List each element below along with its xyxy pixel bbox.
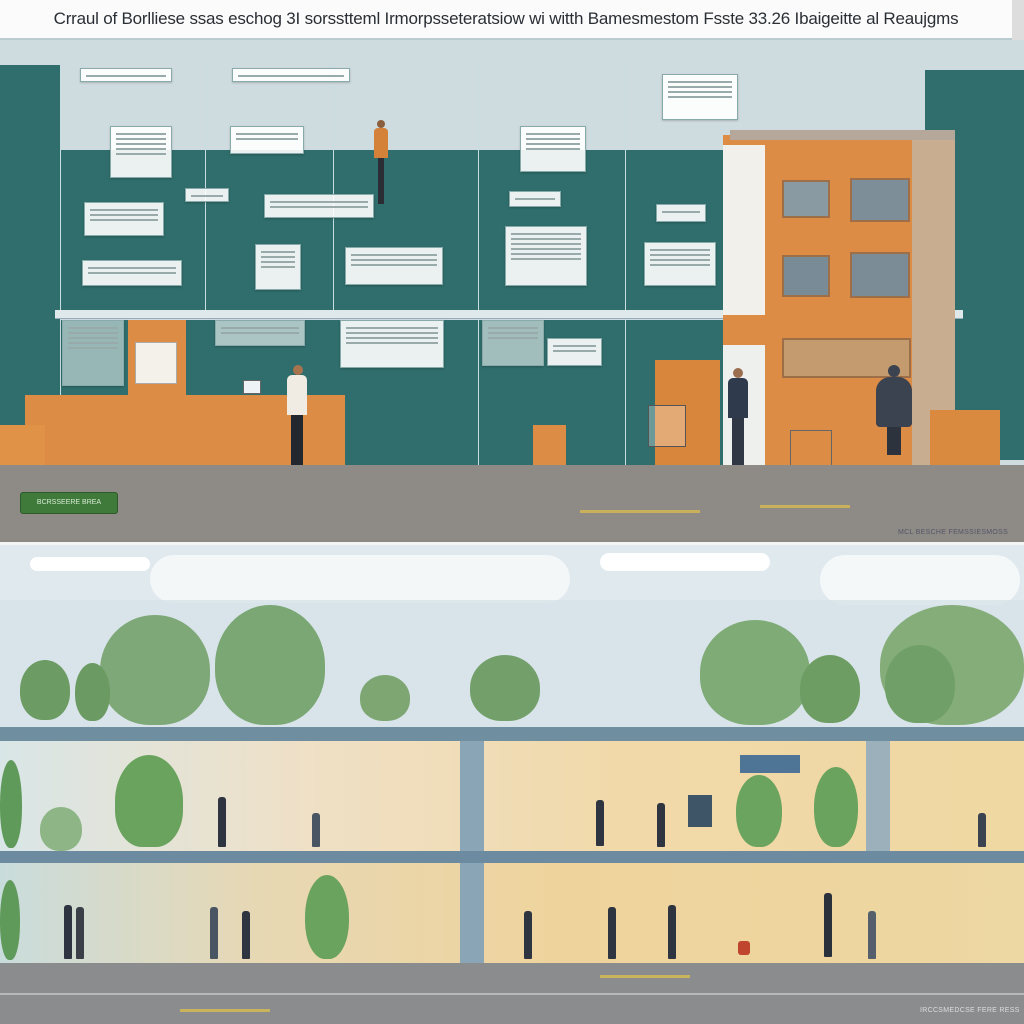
info-panel: [185, 188, 229, 202]
street-floor: [0, 465, 1024, 545]
info-panel: [520, 126, 586, 172]
support-column: [460, 741, 484, 851]
tree: [20, 660, 70, 720]
orange-crate: [930, 410, 1000, 465]
corner-caption: MCL BESCHE FEMSSIESMOSS: [898, 529, 1009, 536]
person-figure: [608, 907, 616, 959]
tree: [800, 655, 860, 723]
cloud: [600, 553, 770, 571]
person-walking: [876, 365, 912, 455]
info-panel: [80, 68, 172, 82]
info-panel: [82, 260, 182, 286]
info-panel: [84, 202, 164, 236]
display-board: [688, 795, 712, 827]
person-standing: [374, 120, 388, 204]
person-figure: [242, 911, 250, 959]
building-window: [850, 178, 910, 222]
person-figure: [210, 907, 218, 959]
person-figure: [668, 905, 676, 959]
person-figure: [657, 803, 665, 847]
info-panel: [255, 244, 301, 290]
wall-notice: [135, 342, 177, 384]
info-panel: [62, 320, 124, 386]
grid-line: [205, 60, 206, 310]
support-column: [866, 741, 890, 851]
road-marking: [760, 505, 850, 508]
tree: [305, 875, 349, 959]
cloud: [30, 557, 150, 571]
tree: [40, 807, 82, 851]
person-figure: [64, 905, 72, 959]
road-line: [0, 993, 1024, 995]
tree: [360, 675, 410, 721]
person-figure: [868, 911, 876, 959]
road-marking: [180, 1009, 270, 1012]
road-marking: [580, 510, 700, 513]
road-marking: [600, 975, 690, 978]
info-panel: [340, 320, 444, 368]
tree: [700, 620, 810, 725]
tree: [736, 775, 782, 847]
person-figure: [312, 813, 320, 847]
cloud: [820, 555, 1020, 605]
tree: [75, 663, 110, 721]
tree: [100, 615, 210, 725]
info-panel: [232, 68, 350, 82]
info-panel: [482, 320, 544, 366]
info-panel: [215, 320, 305, 346]
middle-road: [0, 851, 1024, 863]
office-interior-illustration: BCRSSEERE BREA MCL BESCHE FEMSSIESMOSS: [0, 40, 1024, 545]
grid-line: [625, 60, 626, 465]
tree: [885, 645, 955, 723]
tree: [115, 755, 183, 847]
person-at-desk: [287, 365, 307, 465]
lectern: [648, 405, 686, 447]
wall-sign: [740, 755, 800, 773]
person-businessman: [728, 368, 748, 468]
street-sign-badge: BCRSSEERE BREA: [20, 492, 118, 514]
building-roof: [730, 130, 955, 140]
person-figure: [596, 800, 604, 846]
cloud: [150, 555, 570, 603]
tree: [0, 760, 22, 848]
building-window: [782, 255, 830, 297]
info-panel: [505, 226, 587, 286]
person-figure: [218, 797, 226, 847]
info-panel: [230, 126, 304, 154]
city-street-illustration: IRCCSMEDCSE FERE RESS: [0, 545, 1024, 1024]
orange-block: [0, 425, 45, 465]
orange-pedestal: [533, 425, 566, 465]
info-panel: [662, 74, 738, 120]
info-panel: [547, 338, 602, 366]
info-panel: [509, 191, 561, 207]
building-pillar: [723, 145, 765, 315]
person-figure: [978, 813, 986, 847]
laptop: [243, 380, 261, 394]
person-figure: [76, 907, 84, 959]
info-panel: [110, 126, 172, 178]
building-window: [782, 180, 830, 218]
support-column: [460, 863, 484, 963]
grid-line: [478, 60, 479, 465]
upper-road: [0, 727, 1024, 741]
info-panel: [656, 204, 706, 222]
tree: [215, 605, 325, 725]
tree: [470, 655, 540, 721]
header-edge: [1012, 0, 1024, 40]
tree: [0, 880, 20, 960]
corner-caption: IRCCSMEDCSE FERE RESS: [920, 1007, 1020, 1014]
building-window: [850, 252, 910, 298]
person-figure: [824, 893, 832, 957]
info-panel: [264, 194, 374, 218]
grid-line: [333, 60, 334, 310]
header-banner: Crraul of Borlliese ssas eschog 3I sorss…: [0, 0, 1012, 40]
red-object: [738, 941, 750, 955]
page-title: Crraul of Borlliese ssas eschog 3I sorss…: [53, 9, 959, 28]
info-panel: [345, 247, 443, 285]
tree: [814, 767, 858, 847]
person-figure: [524, 911, 532, 959]
info-panel: [644, 242, 716, 286]
